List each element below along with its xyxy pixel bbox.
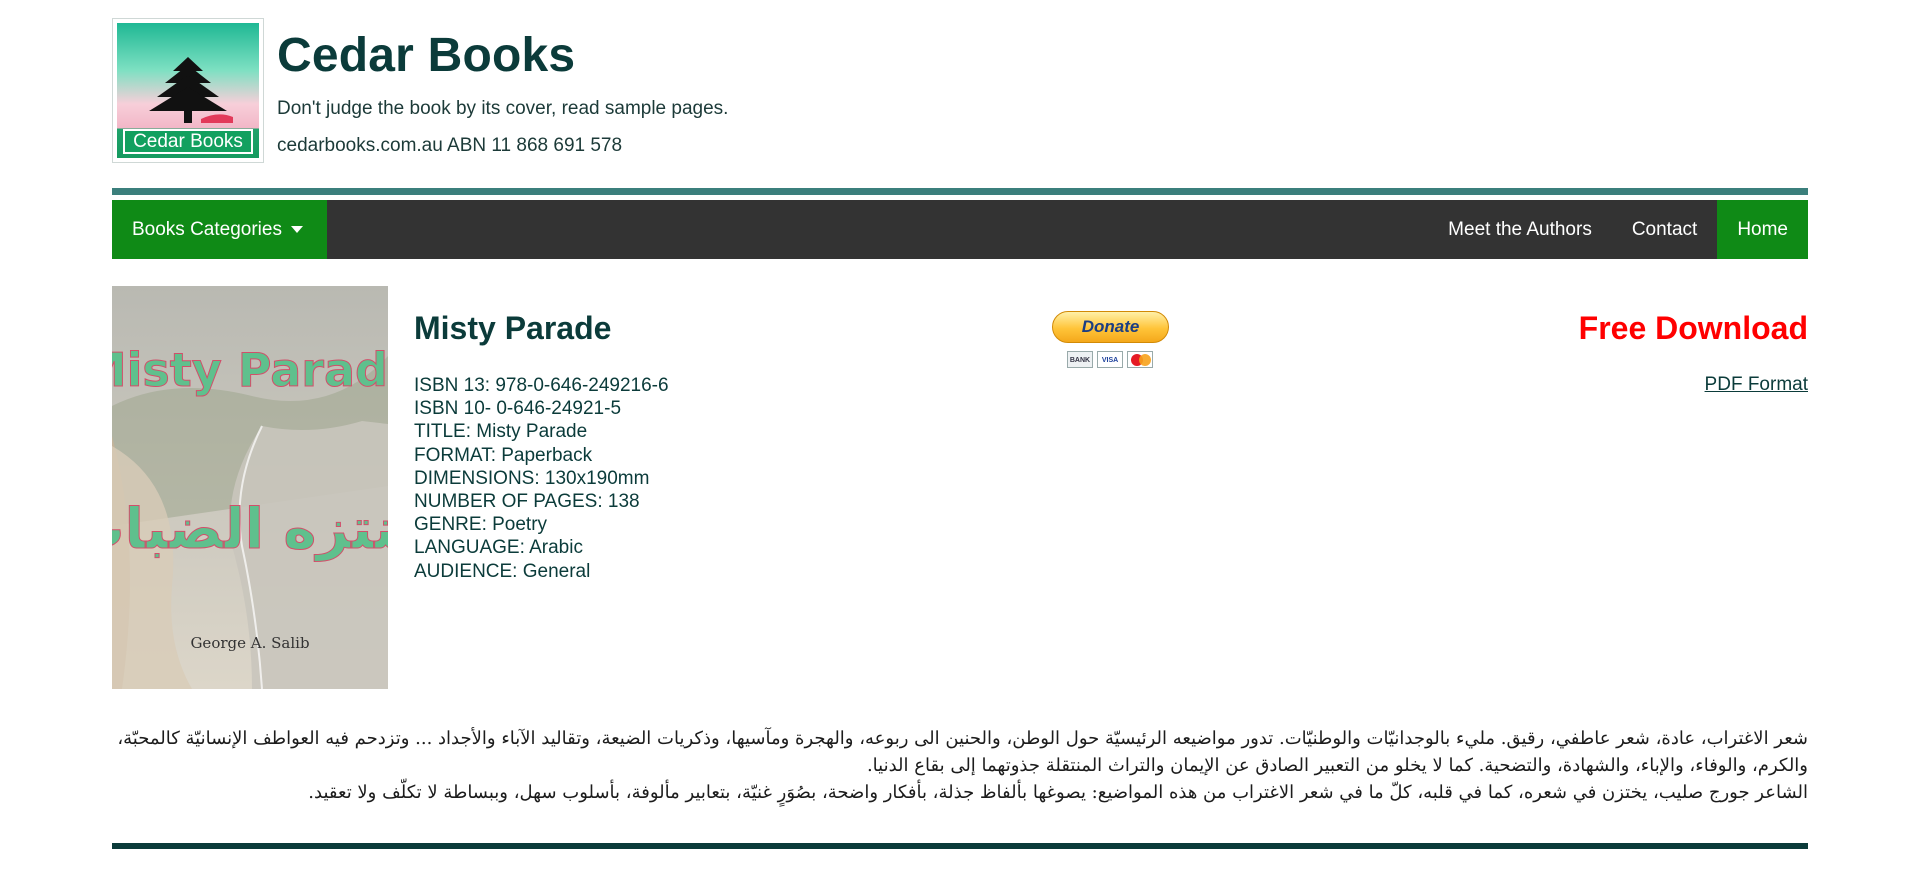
nav-home[interactable]: Home	[1717, 200, 1808, 259]
description-paragraph-2: الشاعر جورج صليب، يختزن في شعره، كما في …	[308, 782, 1808, 803]
donate-button[interactable]: Donate	[1052, 311, 1169, 343]
nav-meet-authors[interactable]: Meet the Authors	[1428, 200, 1612, 259]
mastercard-orange-circle	[1139, 354, 1151, 366]
books-categories-label: Books Categories	[132, 219, 282, 240]
site-tagline: Don't judge the book by its cover, read …	[277, 98, 729, 119]
bank-card-icon: BANK	[1067, 351, 1093, 368]
book-title: Misty Parade	[414, 310, 612, 346]
donate-label: Donate	[1052, 311, 1169, 343]
svg-text:منتزه الضباب: منتزه الضباب	[112, 497, 388, 562]
detail-language: LANGUAGE: Arabic	[414, 537, 583, 559]
logo-text: Cedar Books	[123, 129, 253, 154]
cover-artwork: Misty Parade منتزه الضباب George A. Sali…	[112, 286, 388, 689]
nav-links: Meet the Authors Contact Home	[1428, 200, 1808, 259]
footer-divider	[112, 843, 1808, 849]
detail-isbn13: ISBN 13: 978-0-646-249216-6	[414, 375, 669, 396]
pdf-format-link[interactable]: PDF Format	[1705, 374, 1808, 396]
logo-graphic: Cedar Books	[117, 23, 259, 158]
free-download-heading: Free Download	[1578, 310, 1808, 346]
book-details: ISBN 13: 978-0-646-249216-6 ISBN 10- 0-6…	[414, 374, 669, 583]
site-header: Cedar Books Cedar Books Don't judge the …	[112, 18, 1808, 168]
book-description: شعر الاغتراب، عادة، شعر عاطفي، رقيق. ملي…	[112, 725, 1808, 806]
description-paragraph-1: شعر الاغتراب، عادة، شعر عاطفي، رقيق. ملي…	[117, 728, 1808, 776]
visa-card-icon: VISA	[1097, 351, 1123, 368]
book-cover-image: Misty Parade منتزه الضباب George A. Sali…	[112, 286, 388, 689]
page: Cedar Books Cedar Books Don't judge the …	[0, 0, 1910, 895]
detail-isbn10: ISBN 10- 0-646-24921-5	[414, 398, 622, 420]
detail-format: FORMAT: Paperback	[414, 444, 593, 466]
header-divider	[112, 188, 1808, 195]
nav-contact[interactable]: Contact	[1612, 200, 1717, 259]
detail-title: TITLE: Misty Parade	[414, 421, 588, 443]
books-categories-dropdown[interactable]: Books Categories	[112, 200, 327, 259]
site-abn: cedarbooks.com.au ABN 11 868 691 578	[277, 135, 623, 156]
main-nav: Books Categories Meet the Authors Contac…	[112, 200, 1808, 259]
mastercard-icon	[1127, 351, 1153, 368]
detail-genre: GENRE: Poetry	[414, 514, 548, 536]
site-logo[interactable]: Cedar Books	[112, 18, 264, 163]
payment-cards: BANK VISA	[1067, 351, 1153, 368]
svg-text:Misty Parade: Misty Parade	[112, 343, 388, 397]
detail-dimensions: DIMENSIONS: 130x190mm	[414, 467, 650, 489]
site-title[interactable]: Cedar Books	[277, 28, 575, 83]
detail-audience: AUDIENCE: General	[414, 560, 591, 582]
caret-down-icon	[291, 226, 304, 234]
detail-pages: NUMBER OF PAGES: 138	[414, 491, 640, 513]
svg-text:George A. Salib: George A. Salib	[190, 634, 309, 652]
cedar-tree-icon	[149, 57, 233, 123]
